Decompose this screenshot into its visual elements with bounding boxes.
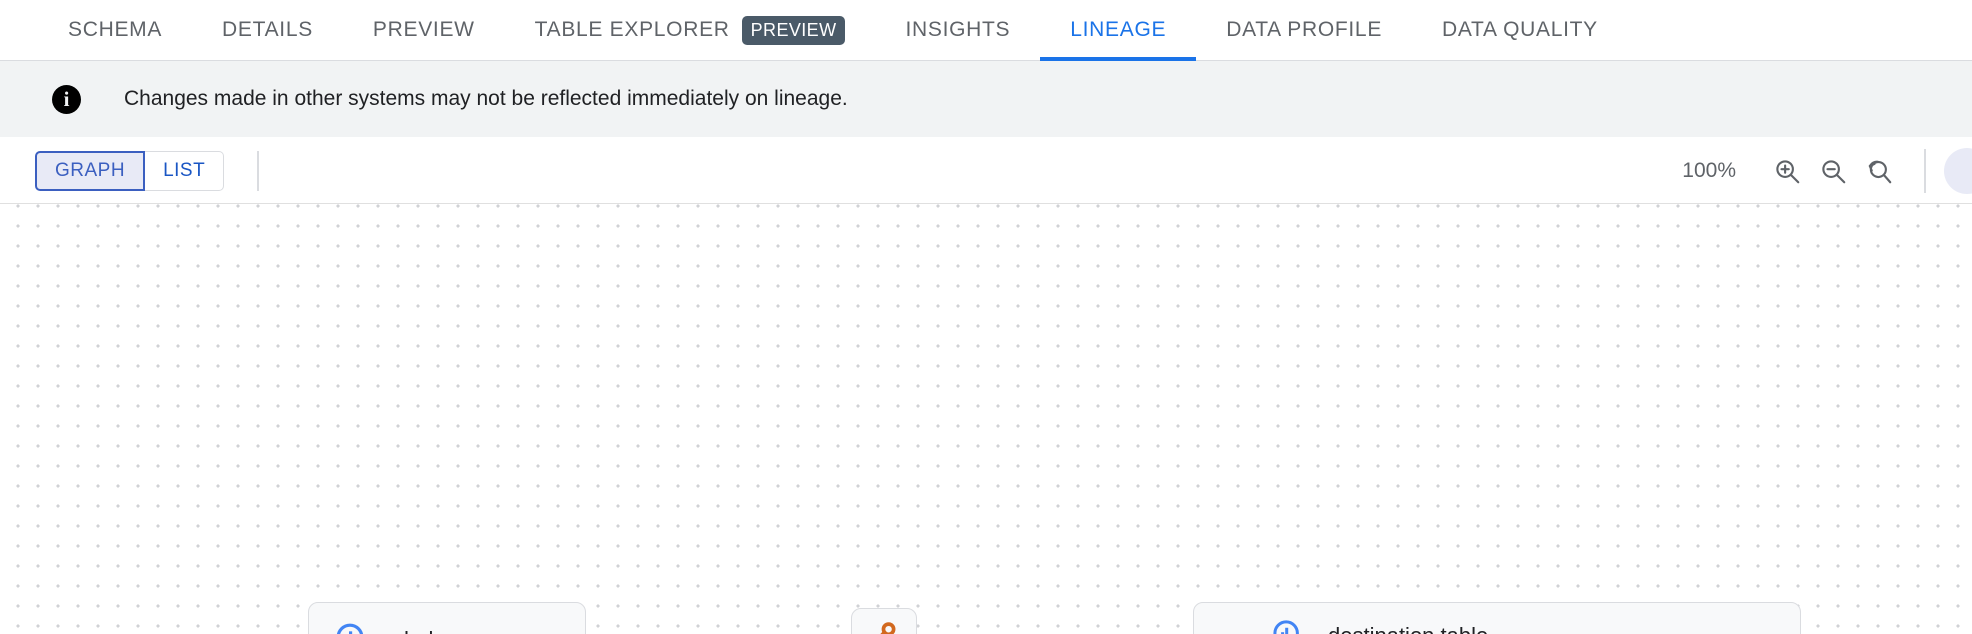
tab-table-explorer[interactable]: TABLE EXPLORER PREVIEW (505, 0, 876, 61)
info-banner: i Changes made in other systems may not … (0, 61, 1972, 138)
lineage-node-source-table[interactable]: shakespeare (308, 602, 586, 634)
destination-node-header[interactable]: destination table (1194, 603, 1800, 634)
bigquery-table-icon (333, 620, 373, 634)
view-mode-toggle: GRAPH LIST (35, 150, 225, 191)
info-icon: i (52, 84, 81, 114)
tab-label: DATA QUALITY (1442, 18, 1598, 41)
tab-details[interactable]: DETAILS (192, 0, 343, 61)
tab-label: INSIGHTS (905, 18, 1011, 41)
lineage-node-destination-table[interactable]: destination table word word_count (1193, 602, 1801, 634)
source-node-label: shakespeare (393, 627, 519, 634)
zoom-in-icon[interactable] (1764, 148, 1810, 194)
tab-label: LINEAGE (1070, 18, 1167, 41)
lineage-graph-canvas[interactable]: shakespeare (0, 204, 1972, 634)
view-mode-graph-label: GRAPH (55, 159, 126, 181)
tab-data-quality[interactable]: DATA QUALITY (1412, 0, 1628, 61)
zoom-reset-icon[interactable] (1856, 148, 1902, 194)
destination-node-label: destination table (1328, 623, 1488, 634)
toolbar-divider (257, 150, 260, 191)
tab-schema[interactable]: SCHEMA (38, 0, 192, 61)
tab-preview[interactable]: PREVIEW (343, 0, 505, 61)
tab-data-profile[interactable]: DATA PROFILE (1196, 0, 1412, 61)
tab-bar: SCHEMA DETAILS PREVIEW TABLE EXPLORER PR… (0, 0, 1972, 61)
tab-label: DATA PROFILE (1226, 18, 1383, 41)
lineage-toolbar: GRAPH LIST 100% (0, 138, 1972, 204)
toolbar-right-group: 100% (1682, 147, 1972, 194)
tab-label: TABLE EXPLORER (534, 18, 730, 41)
zoom-out-icon[interactable] (1810, 148, 1856, 194)
view-mode-list[interactable]: LIST (145, 150, 225, 191)
view-mode-graph[interactable]: GRAPH (35, 150, 146, 191)
zoom-level-label: 100% (1682, 158, 1736, 182)
lineage-node-process[interactable] (851, 608, 917, 634)
tab-insights[interactable]: INSIGHTS (875, 0, 1040, 61)
tab-label: PREVIEW (372, 18, 475, 41)
tab-label: SCHEMA (68, 18, 163, 41)
avatar[interactable] (1944, 147, 1972, 194)
tab-lineage[interactable]: LINEAGE (1040, 0, 1197, 61)
toolbar-divider-2 (1924, 148, 1926, 193)
preview-badge: PREVIEW (741, 15, 846, 45)
data-lineage-process-icon (863, 618, 905, 634)
view-mode-list-label: LIST (163, 159, 206, 181)
bigquery-table-icon (1270, 617, 1308, 634)
info-banner-text: Changes made in other systems may not be… (124, 87, 848, 110)
collapse-icon[interactable] (1214, 619, 1248, 634)
info-icon-glyph: i (63, 86, 70, 111)
tab-label: DETAILS (222, 18, 313, 41)
